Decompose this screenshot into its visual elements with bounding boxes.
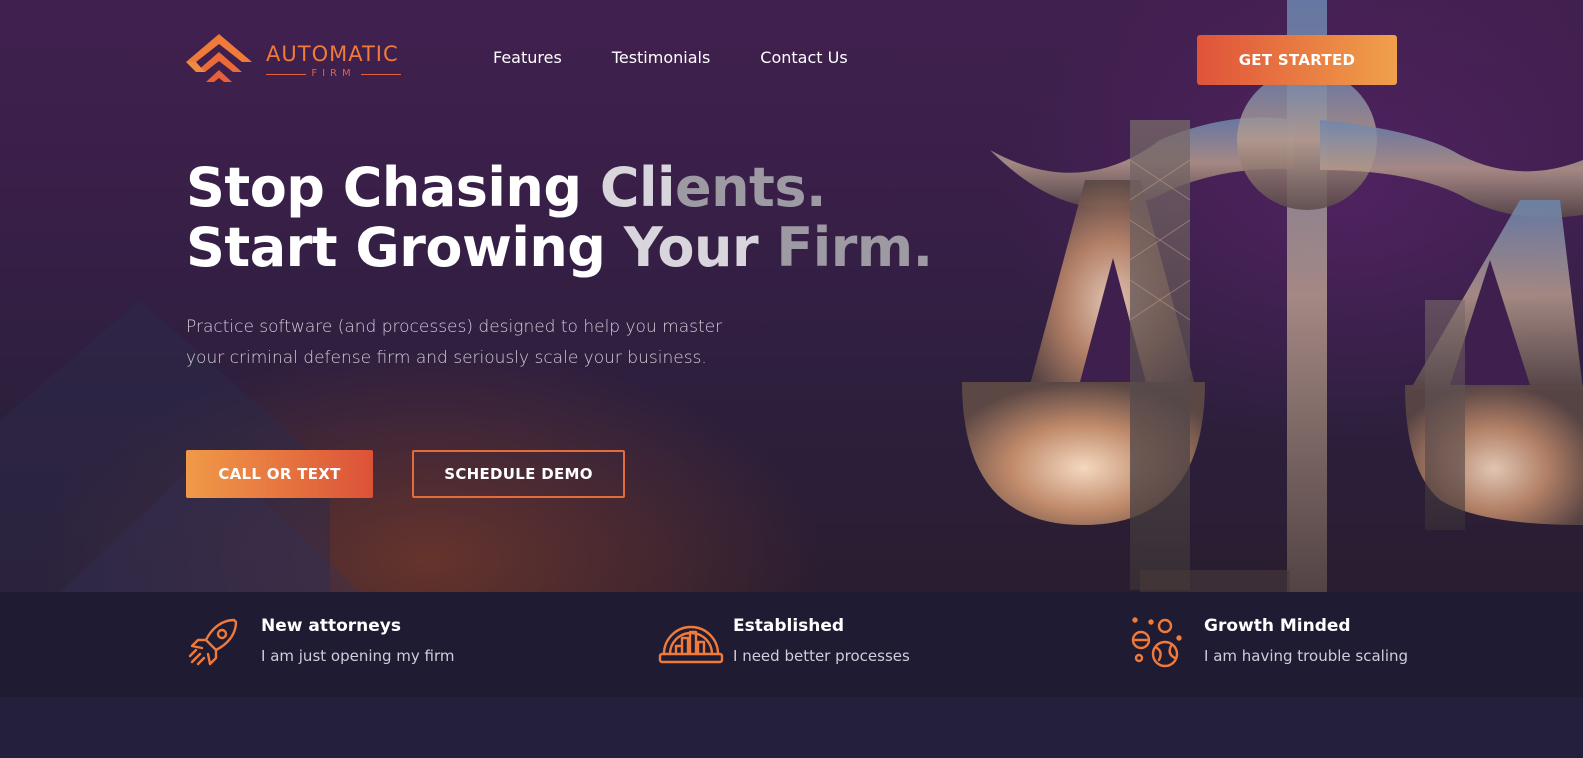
building-dome-icon: [658, 625, 724, 664]
hero-headline: Stop Chasing Clients. Start Growing Your…: [186, 158, 933, 278]
planets-icon: [1131, 617, 1182, 668]
feature-description: I am having trouble scaling: [1204, 647, 1409, 665]
main-nav: Features Testimonials Contact Us: [493, 48, 848, 67]
logo-subtitle: FIRM: [266, 68, 401, 79]
headline-line-2: Start Growing Your Firm.: [186, 218, 933, 278]
logo[interactable]: AUTOMATIC FIRM: [186, 34, 406, 86]
headline-text: Start Growing: [186, 216, 624, 279]
logo-wordmark: AUTOMATIC: [266, 42, 399, 66]
get-started-button[interactable]: GET STARTED: [1197, 35, 1397, 85]
schedule-demo-button[interactable]: SCHEDULE DEMO: [412, 450, 625, 498]
feature-description: I am just opening my firm: [261, 647, 455, 665]
audience-strip: New attorneys I am just opening my firm …: [0, 592, 1583, 697]
feature-description: I need better processes: [733, 647, 910, 665]
logo-mark-icon: [186, 34, 252, 82]
feature-title: Growth Minded: [1204, 616, 1351, 636]
headline-text: ents.: [674, 156, 827, 219]
feature-title: Established: [733, 616, 845, 636]
hero-section: AUTOMATIC FIRM Features Testimonials Con…: [0, 0, 1583, 592]
headline-line-1: Stop Chasing Clients.: [186, 158, 933, 218]
next-section-band: [0, 697, 1583, 758]
scales-of-justice-image: [0, 0, 1583, 592]
call-or-text-button[interactable]: CALL OR TEXT: [186, 450, 373, 498]
headline-text: Stop Chasing: [186, 156, 600, 219]
feature-title: New attorneys: [261, 616, 402, 636]
nav-item-features[interactable]: Features: [493, 48, 562, 67]
nav-item-contact-us[interactable]: Contact Us: [760, 48, 847, 67]
headline-text: Cli: [599, 156, 676, 219]
headline-text: Firm.: [776, 216, 933, 279]
hero-subtext: Practice software (and processes) design…: [186, 317, 723, 368]
headline-text: Your: [623, 216, 777, 279]
rocket-icon: [188, 618, 238, 666]
nav-item-testimonials[interactable]: Testimonials: [612, 48, 711, 67]
